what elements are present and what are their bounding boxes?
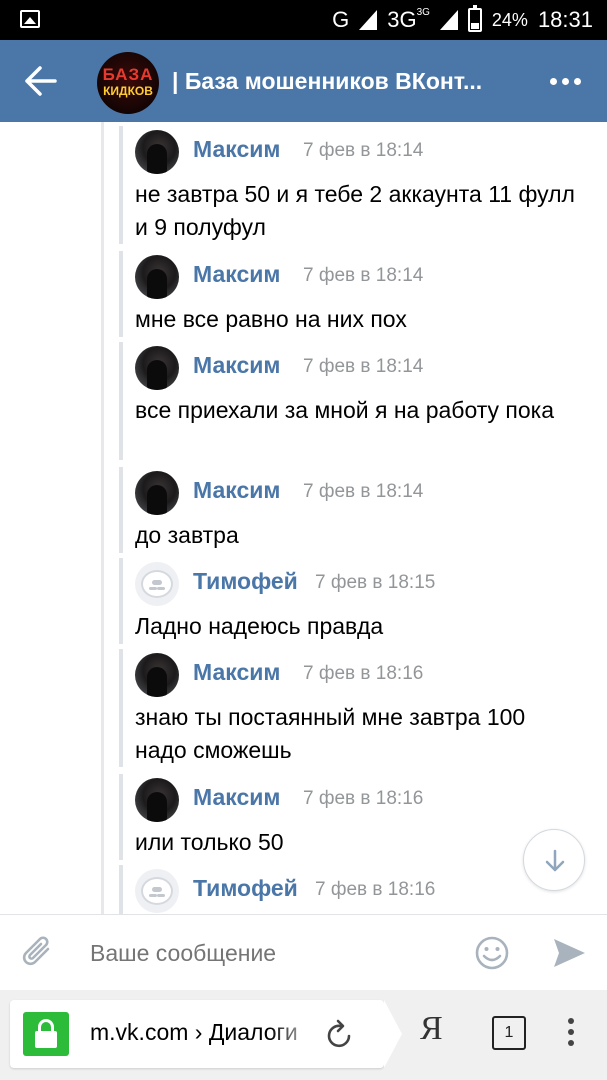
message-text: все приехали за мной я на работу пока [135,397,555,423]
avatar[interactable] [135,471,179,515]
paperclip-icon[interactable] [20,933,56,973]
message-text: до завтра [135,522,239,548]
status-indicators: G 3G3G 24% 18:31 [332,5,593,34]
clock: 18:31 [537,7,593,32]
message-author[interactable]: Максим [193,352,280,379]
back-arrow-icon[interactable] [22,64,58,98]
message-text: или только 50 [135,829,284,855]
message-author[interactable]: Максим [193,784,280,811]
avatar[interactable] [135,562,179,606]
send-icon[interactable] [551,935,587,971]
browser-menu-icon[interactable] [568,1018,574,1046]
arrow-down-icon [545,849,565,872]
network-3g-label: 3G3G [387,7,430,32]
message-text: не завтра 50 и я тебе 2 аккаунта 11 фулл… [135,181,575,240]
thread-line [101,122,104,914]
message-author[interactable]: Максим [193,477,280,504]
message-text: Ладно надеюсь правда [135,613,384,639]
tabs-count-button[interactable]: 1 [492,1016,526,1050]
more-options-icon[interactable] [550,78,581,85]
battery-percent: 24% [491,9,528,30]
group-avatar[interactable]: БАЗА КИДКОВ [97,52,159,114]
app-bar: | База мошенников ВКонт... [0,40,607,122]
avatar[interactable] [135,778,179,822]
message-author[interactable]: Максим [193,136,280,163]
reload-icon[interactable] [324,1018,354,1050]
message-time: 7 фев в 18:16 [303,788,424,809]
status-bar: G 3G3G 24% 18:31 [0,0,607,40]
message-list[interactable]: Максим 7 фев в 18:14 не завтра 50 и я те… [0,122,607,914]
group-avatar-logo-subtext: КИДКОВ [103,84,153,98]
message-author[interactable]: Тимофей [193,568,298,595]
message-input[interactable] [90,935,450,971]
message-author[interactable]: Максим [193,261,280,288]
emoji-icon[interactable] [474,935,510,971]
message-time: 7 фев в 18:16 [315,879,436,900]
scroll-to-bottom-button[interactable] [523,829,585,891]
message-time: 7 фев в 18:14 [303,140,424,161]
yandex-icon[interactable]: Я [420,1010,443,1048]
avatar[interactable] [135,255,179,299]
avatar[interactable] [135,346,179,390]
message-time: 7 фев в 18:15 [315,572,436,593]
conversation-title[interactable]: | База мошенников ВКонт... [172,68,532,95]
message-time: 7 фев в 18:16 [303,663,424,684]
message-author[interactable]: Максим [193,659,280,686]
message-time: 7 фев в 18:14 [303,356,424,377]
lock-icon [23,1012,69,1056]
message-text: мне все равно на них пох [135,306,407,332]
avatar[interactable] [135,869,179,913]
address-bar[interactable]: m.vk.com › Диалоги [10,1000,402,1068]
message-author[interactable]: Тимофей [193,875,298,902]
signal-icon-2 [439,10,458,30]
gallery-notification-icon [20,10,40,28]
message-text: знаю ты постаянный мне завтра 100 надо с… [135,704,526,763]
message-time: 7 фев в 18:14 [303,481,424,502]
avatar[interactable] [135,130,179,174]
group-avatar-logo-text: БАЗА [102,65,154,84]
message-time: 7 фев в 18:14 [303,265,424,286]
message-composer [0,914,607,990]
avatar[interactable] [135,653,179,697]
battery-icon [467,5,482,32]
signal-icon [359,10,378,30]
network-g-label: G [332,7,350,32]
